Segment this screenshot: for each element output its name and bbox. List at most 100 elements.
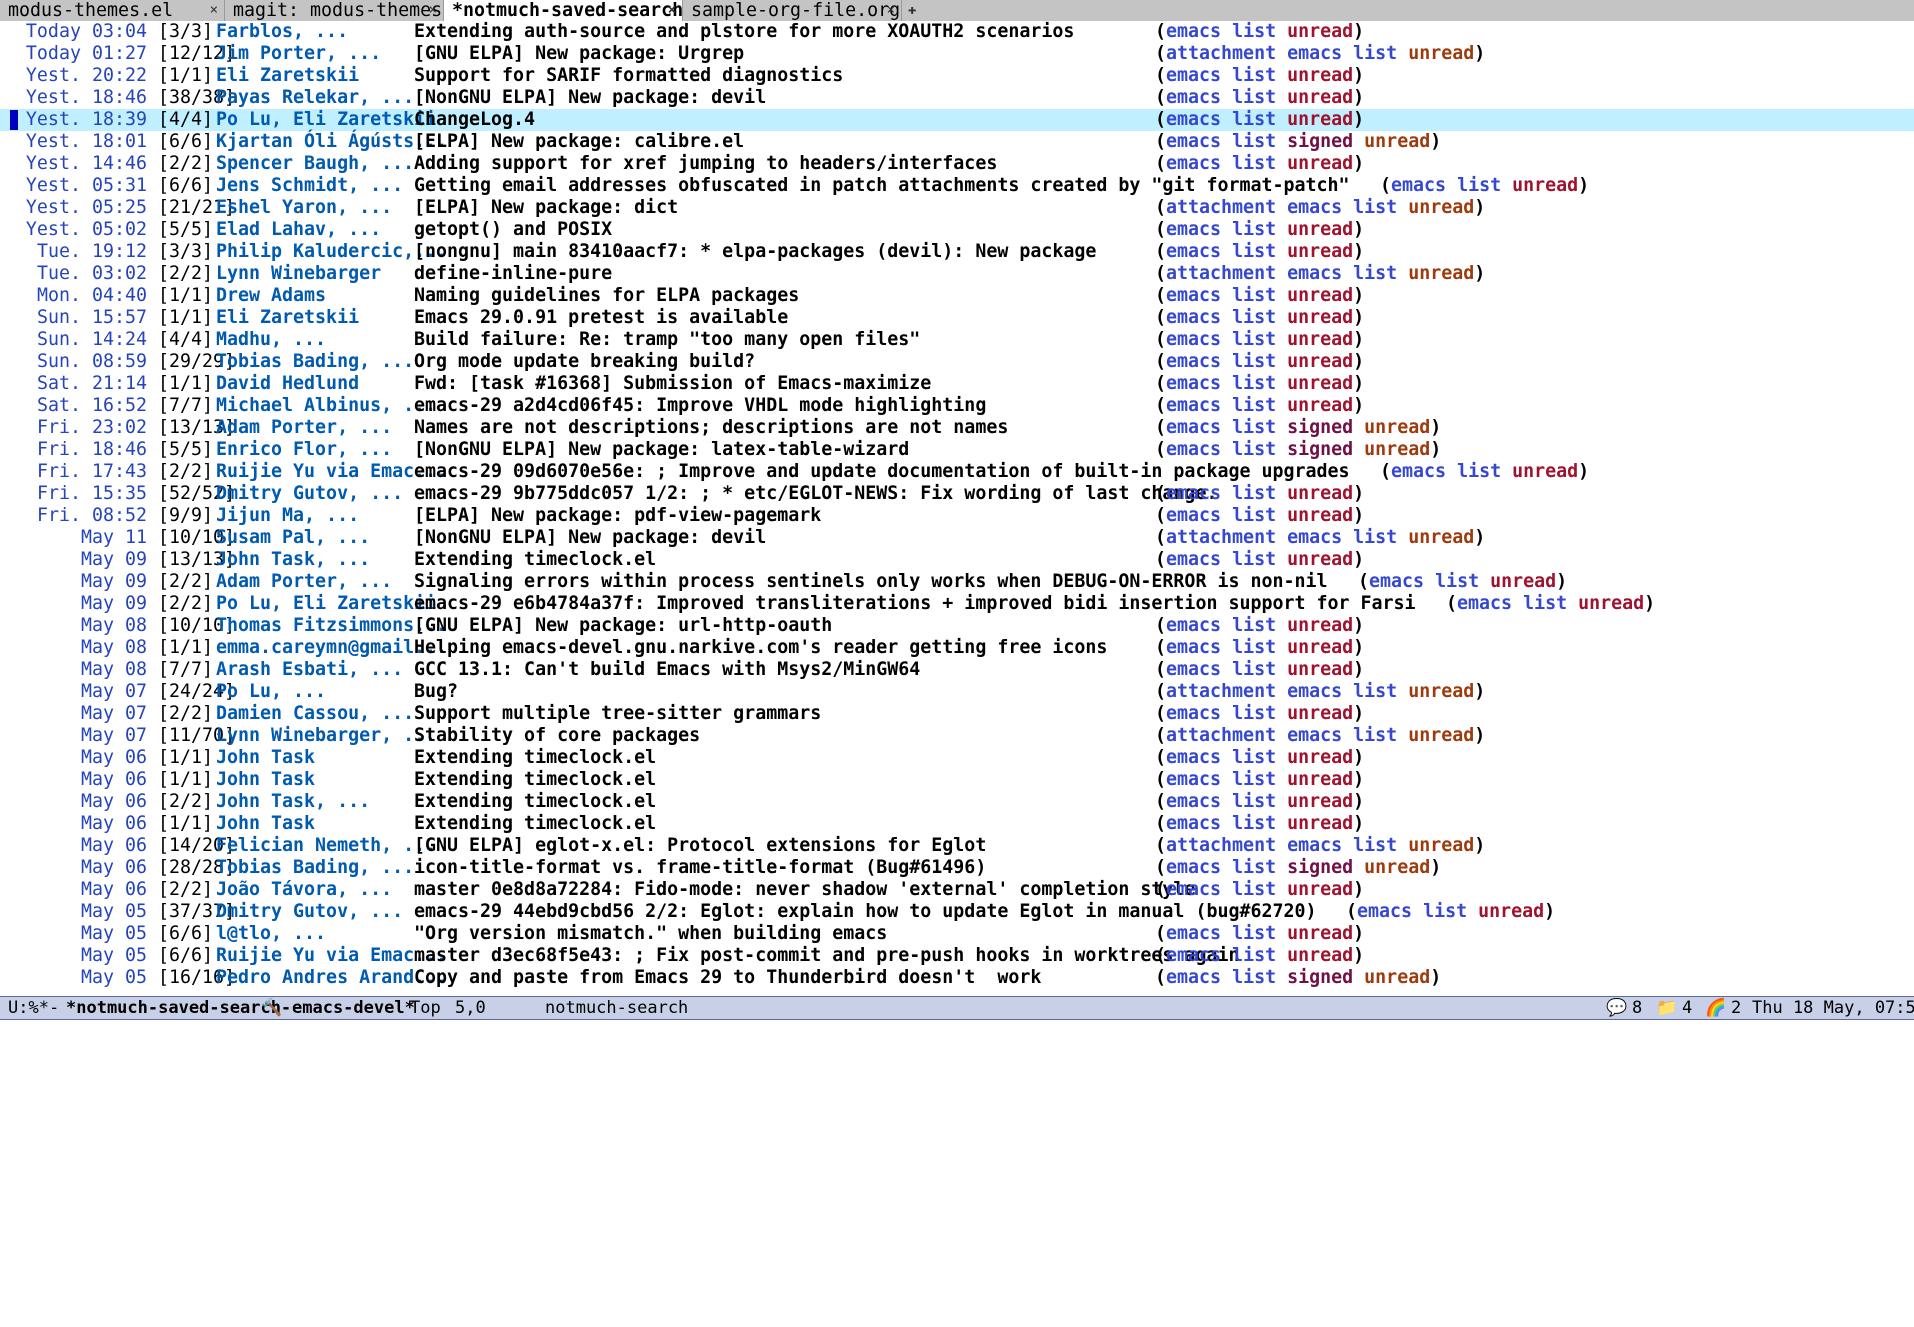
thread-tags: (emacs list unread) (1155, 219, 1365, 240)
tag-unread: unread (1287, 483, 1354, 504)
thread-date: Fri. 18:46 (36, 439, 147, 460)
thread-row[interactable]: Sat. 21:14 [1/1] David Hedlund Fwd: [task #… (0, 373, 1914, 395)
tag-list: list (1232, 219, 1277, 240)
thread-row[interactable]: May 06 [2/2] John Task, ... Extending timec… (0, 791, 1914, 813)
thread-row[interactable]: May 06 [28/28] Tobias Bading, ... icon-titl… (0, 857, 1914, 879)
tab-0[interactable]: modus-themes.el × (0, 0, 225, 21)
close-icon[interactable]: × (429, 0, 437, 21)
thread-row[interactable]: Today 01:27 [12/12] Jim Porter, ... [GNU EL… (0, 43, 1914, 65)
thread-row[interactable]: May 05 [16/16] Pedro Andres Arand... Copy a… (0, 967, 1914, 989)
tag-emacs: emacs (1166, 395, 1222, 416)
thread-row[interactable]: Yest. 05:31 [6/6] Jens Schmidt, ... Getting… (0, 175, 1914, 197)
thread-row[interactable]: May 06 [2/2] João Távora, ... master 0e8d8a… (0, 879, 1914, 901)
close-icon[interactable]: × (210, 0, 218, 21)
thread-row[interactable]: May 05 [37/37] Dmitry Gutov, ... emacs-29 4… (0, 901, 1914, 923)
thread-row[interactable]: Today 03:04 [3/3] Farblos, ... Extending au… (0, 21, 1914, 43)
thread-subject: [NonGNU ELPA] New package: latex-table-w… (414, 439, 910, 460)
tab-1[interactable]: magit: modus-themes × (225, 0, 444, 21)
close-icon[interactable]: × (668, 0, 676, 21)
thread-row[interactable]: Sun. 15:57 [1/1] Eli Zaretskii Emacs 29.0.9… (0, 307, 1914, 329)
thread-tags: (attachment emacs list unread) (1155, 43, 1486, 64)
thread-subject: Org mode update breaking build? (414, 351, 756, 372)
thread-row[interactable]: Yest. 05:02 [5/5] Elad Lahav, ... getopt() … (0, 219, 1914, 241)
thread-date: May 06 (80, 769, 147, 790)
thread-row[interactable]: May 06 [1/1] John Task Extending timeclock.… (0, 747, 1914, 769)
thread-row[interactable]: May 05 [6/6] Ruijie Yu via Emac... master d… (0, 945, 1914, 967)
thread-row[interactable]: May 08 [7/7] Arash Esbati, ... GCC 13.1: Ca… (0, 659, 1914, 681)
thread-tags: (emacs list unread) (1446, 593, 1656, 614)
thread-subject: [NonGNU ELPA] New package: devil (414, 527, 767, 548)
echo-area[interactable] (0, 1020, 1914, 1041)
thread-row[interactable]: Yest. 18:46 [38/38] Payas Relekar, ... [Non… (0, 87, 1914, 109)
tag-unread: unread (1287, 747, 1354, 768)
tag-emacs: emacs (1166, 967, 1222, 988)
tag-unread: unread (1287, 285, 1354, 306)
thread-row[interactable]: Fri. 15:35 [52/52] Dmitry Gutov, ... emacs-… (0, 483, 1914, 505)
thread-row[interactable]: Fri. 18:46 [5/5] Enrico Flor, ... [NonGNU E… (0, 439, 1914, 461)
thread-subject: Adding support for xref jumping to heade… (414, 153, 998, 174)
tag-unread: unread (1287, 219, 1354, 240)
thread-row[interactable]: May 07 [24/24] Po Lu, ... Bug? (attachment e… (0, 681, 1914, 703)
chat-count: 8 (1632, 998, 1643, 1018)
thread-row[interactable]: Yest. 18:01 [6/6] Kjartan Óli Ágústs... [EL… (0, 131, 1914, 153)
thread-count: [6/6] (158, 175, 214, 196)
thread-row[interactable]: Yest. 20:22 [1/1] Eli Zaretskii Support for… (0, 65, 1914, 87)
thread-row[interactable]: May 07 [2/2] Damien Cassou, ... Support mul… (0, 703, 1914, 725)
tag-emacs: emacs (1357, 901, 1413, 922)
thread-date: May 08 (80, 615, 147, 636)
thread-tags: (attachment emacs list unread) (1155, 681, 1486, 702)
thread-date: Tue. 03:02 (36, 263, 147, 284)
thread-subject: Extending timeclock.el (414, 549, 657, 570)
thread-row[interactable]: May 05 [6/6] l@tlo, ... "Org version mismat… (0, 923, 1914, 945)
mode-line-buffer-name[interactable]: *notmuch-saved-search- (66, 997, 291, 1019)
thread-row[interactable]: May 06 [1/1] John Task Extending timeclock.… (0, 813, 1914, 835)
tag-emacs: emacs (1391, 175, 1447, 196)
thread-row[interactable]: Yest. 05:25 [21/21] Eshel Yaron, ... [ELPA]… (0, 197, 1914, 219)
thread-row[interactable]: Fri. 17:43 [2/2] Ruijie Yu via Emac... emac… (0, 461, 1914, 483)
thread-row[interactable]: May 06 [14/20] Felician Nemeth, ... [GNU EL… (0, 835, 1914, 857)
thread-tags: (emacs list unread) (1155, 549, 1365, 570)
thread-row[interactable]: May 09 [2/2] Adam Porter, ... Signaling err… (0, 571, 1914, 593)
new-tab-icon[interactable]: ✚ (902, 0, 916, 21)
thread-row[interactable]: Yest. 14:46 [2/2] Spencer Baugh, ... Adding… (0, 153, 1914, 175)
thread-row[interactable]: May 11 [10/10] Susam Pal, ... [NonGNU ELPA]… (0, 527, 1914, 549)
thread-tags: (emacs list unread) (1155, 923, 1365, 944)
thread-row[interactable]: Mon. 04:40 [1/1] Drew Adams Naming guidelin… (0, 285, 1914, 307)
thread-tags: (emacs list unread) (1155, 747, 1365, 768)
thread-count: [7/7] (158, 395, 214, 416)
thread-row[interactable]: Yest. 18:39 [4/4] Po Lu, Eli Zaretskii Chan… (0, 109, 1914, 131)
thread-row[interactable]: May 07 [11/70] Lynn Winebarger, ... Stabili… (0, 725, 1914, 747)
thread-row[interactable]: Sun. 14:24 [4/4] Madhu, ... Build failure: … (0, 329, 1914, 351)
thread-date: May 09 (80, 593, 147, 614)
thread-row[interactable]: May 08 [10/10] Thomas Fitzsimmons... [GNU E… (0, 615, 1914, 637)
close-icon[interactable]: × (887, 0, 895, 21)
thread-row[interactable]: May 09 [13/13] John Task, ... Extending tim… (0, 549, 1914, 571)
tag-emacs: emacs (1166, 879, 1222, 900)
thread-row[interactable]: Fri. 23:02 [13/13] Adam Porter, ... Names a… (0, 417, 1914, 439)
tag-attachment: attachment (1166, 263, 1277, 284)
thread-row[interactable]: May 08 [1/1] emma.careymn@gmail... Helping … (0, 637, 1914, 659)
tag-list: list (1232, 65, 1277, 86)
tag-unread: unread (1287, 637, 1354, 658)
thread-tags: (emacs list unread) (1155, 703, 1365, 724)
thread-row[interactable]: Fri. 08:52 [9/9] Jijun Ma, ... [ELPA] New p… (0, 505, 1914, 527)
thread-row[interactable]: Tue. 19:12 [3/3] Philip Kaludercic,... [non… (0, 241, 1914, 263)
thread-row[interactable]: Sun. 08:59 [29/29] Tobias Bading, ... Org m… (0, 351, 1914, 373)
tag-list: list (1232, 483, 1277, 504)
thread-row[interactable]: May 09 [2/2] Po Lu, Eli Zaretskii emacs-29 … (0, 593, 1914, 615)
thread-row[interactable]: Sat. 16:52 [7/7] Michael Albinus, ... emacs… (0, 395, 1914, 417)
tag-attachment: attachment (1166, 197, 1277, 218)
tag-list: list (1435, 571, 1480, 592)
tab-3[interactable]: sample-org-file.org × (683, 0, 902, 21)
mode-line-major-mode[interactable]: notmuch-search (545, 997, 688, 1019)
thread-date: May 06 (80, 791, 147, 812)
thread-row[interactable]: May 06 [1/1] John Task Extending timeclock.… (0, 769, 1914, 791)
thread-date: May 07 (80, 703, 147, 724)
thread-authors: Kjartan Óli Ágústs... (216, 131, 448, 152)
thread-row[interactable]: Tue. 03:02 [2/2] Lynn Winebarger define-inl… (0, 263, 1914, 285)
tag-list: list (1232, 659, 1277, 680)
tag-emacs: emacs (1166, 703, 1222, 724)
thread-authors: Damien Cassou, ... (216, 703, 415, 724)
tab-2[interactable]: *notmuch-saved-search-* × (444, 0, 705, 21)
thread-tags: (emacs list unread) (1155, 659, 1365, 680)
